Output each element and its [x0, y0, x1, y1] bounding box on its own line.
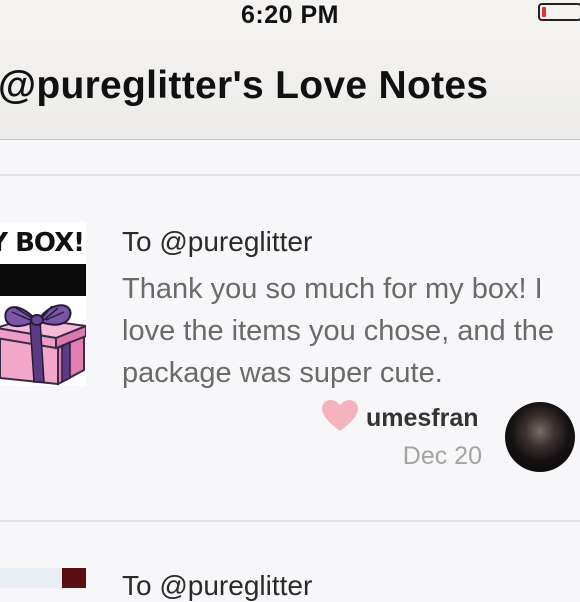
battery-icon	[538, 3, 580, 21]
heart-icon[interactable]	[322, 400, 358, 432]
note-recipient[interactable]: To @pureglitter	[122, 570, 312, 602]
note-recipient[interactable]: To @pureglitter	[122, 226, 312, 258]
love-note-card[interactable]: To @pureglitter	[0, 522, 580, 601]
page-title: @pureglitter's Love Notes	[0, 64, 489, 107]
note-date: Dec 20	[402, 442, 482, 470]
note-message: Thank you so much for my box! I love the…	[122, 273, 555, 389]
thumbnail-caption: Y BOX!	[0, 228, 85, 258]
thumbnail-banner	[0, 264, 86, 296]
avatar[interactable]	[505, 402, 575, 472]
status-time: 6:20 PM	[241, 1, 339, 29]
note-author[interactable]: umesfran	[366, 404, 479, 433]
navigation-bar: @pureglitter's Love Notes	[0, 36, 580, 140]
status-bar: 6:20 PM	[0, 0, 580, 36]
listing-thumbnail[interactable]	[0, 568, 86, 588]
gift-box-icon	[0, 304, 86, 386]
love-note-card[interactable]: Y BOX! To @pureglitter Thank you so much…	[0, 176, 580, 520]
listing-thumbnail[interactable]: Y BOX!	[0, 222, 86, 386]
battery-level	[542, 7, 546, 17]
